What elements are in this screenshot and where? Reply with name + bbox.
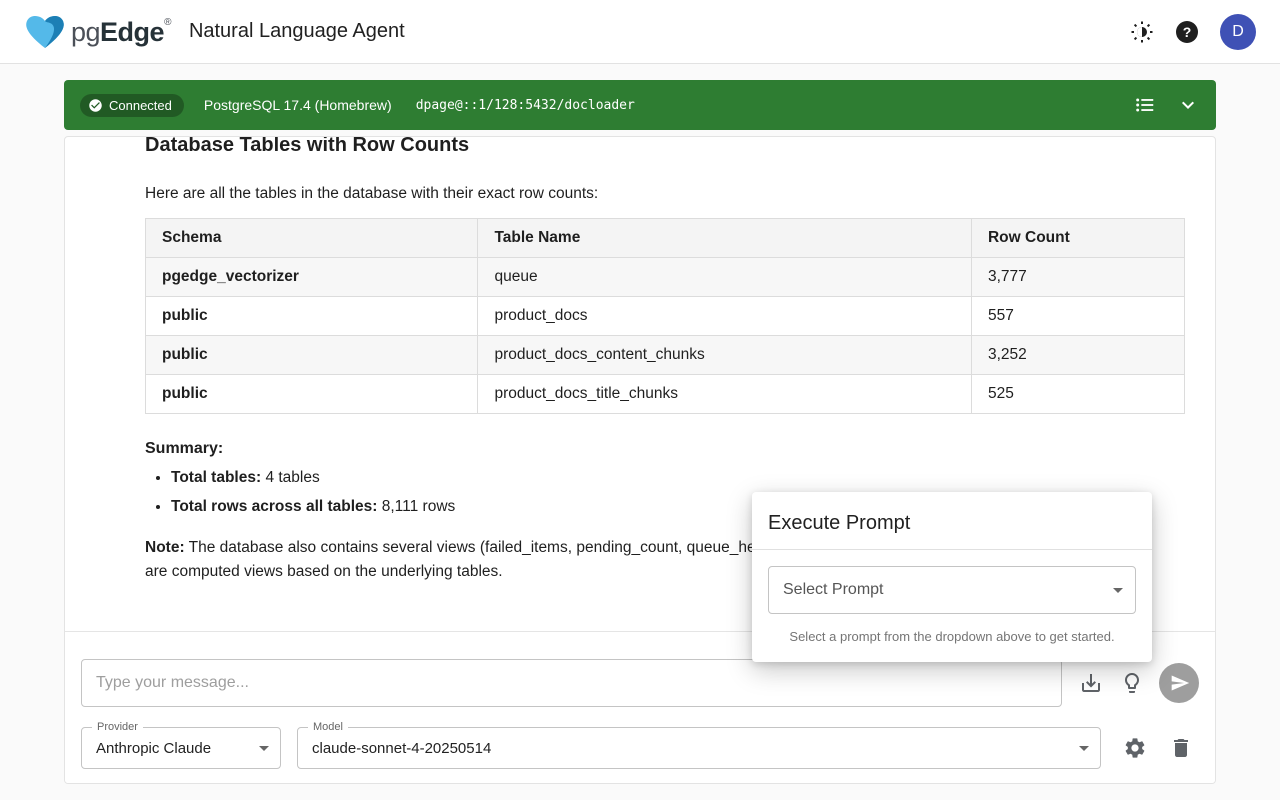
cell-schema: pgedge_vectorizer: [146, 258, 478, 297]
prompt-select[interactable]: Select Prompt: [768, 566, 1136, 614]
cell-row-count: 525: [971, 375, 1184, 414]
lightbulb-icon: [1120, 671, 1144, 695]
column-header-row-count: Row Count: [971, 219, 1184, 258]
execute-prompt-dialog: Execute Prompt Select Prompt Select a pr…: [752, 492, 1152, 662]
message-intro: Here are all the tables in the database …: [145, 185, 1185, 203]
bullet-label: Total rows across all tables:: [171, 498, 377, 515]
pgedge-logo[interactable]: pgEdge®: [24, 14, 171, 50]
row-counts-table: Schema Table Name Row Count pgedge_vecto…: [145, 218, 1185, 414]
server-version-label: PostgreSQL 17.4 (Homebrew): [204, 97, 392, 113]
cell-schema: public: [146, 297, 478, 336]
cell-row-count: 3,777: [971, 258, 1184, 297]
table-row: public product_docs_title_chunks 525: [146, 375, 1185, 414]
table-header-row: Schema Table Name Row Count: [146, 219, 1185, 258]
table-row: public product_docs_content_chunks 3,252: [146, 336, 1185, 375]
send-icon: [1170, 673, 1190, 693]
provider-label: Provider: [92, 721, 143, 733]
connection-list-button[interactable]: [1134, 94, 1156, 116]
connection-collapse-button[interactable]: [1176, 93, 1200, 117]
message-input[interactable]: [81, 659, 1062, 707]
prompt-suggestions-button[interactable]: [1120, 671, 1144, 695]
message-heading: Database Tables with Row Counts: [145, 137, 1185, 159]
user-avatar[interactable]: D: [1220, 14, 1256, 50]
list-item: Total tables: 4 tables: [171, 469, 1185, 487]
table-row: public product_docs 557: [146, 297, 1185, 336]
dialog-divider: [752, 549, 1152, 550]
dropdown-caret-icon: [1113, 588, 1123, 593]
connection-bar: Connected PostgreSQL 17.4 (Homebrew) dpa…: [64, 80, 1216, 130]
note-line2: are computed views based on the underlyi…: [145, 563, 503, 580]
cell-schema: public: [146, 336, 478, 375]
help-button[interactable]: ?: [1176, 21, 1198, 43]
dropdown-caret-icon: [259, 746, 269, 751]
connection-status-label: Connected: [109, 98, 172, 113]
prompt-select-value: Select Prompt: [783, 581, 883, 599]
theme-toggle-icon: [1130, 20, 1154, 44]
bullet-text: 4 tables: [261, 469, 320, 486]
send-button[interactable]: [1159, 663, 1199, 703]
model-label: Model: [308, 721, 348, 733]
connection-string: dpage@::1/128:5432/docloader: [416, 98, 635, 113]
settings-gear-icon: [1123, 736, 1147, 760]
bullet-label: Total tables:: [171, 469, 261, 486]
theme-toggle-button[interactable]: [1130, 20, 1154, 44]
model-select[interactable]: Model claude-sonnet-4-20250514: [297, 727, 1101, 769]
page-title: Natural Language Agent: [189, 20, 405, 43]
provider-select[interactable]: Provider Anthropic Claude: [81, 727, 281, 769]
dialog-title: Execute Prompt: [752, 492, 1152, 549]
model-value: claude-sonnet-4-20250514: [312, 740, 491, 757]
cell-row-count: 3,252: [971, 336, 1184, 375]
cell-schema: public: [146, 375, 478, 414]
help-icon: ?: [1176, 21, 1198, 43]
pgedge-wordmark: pgEdge®: [71, 14, 171, 50]
cell-table-name: product_docs_title_chunks: [478, 375, 972, 414]
app-header: pgEdge® Natural Language Agent ? D: [0, 0, 1280, 64]
list-icon: [1134, 94, 1156, 116]
download-button[interactable]: [1079, 671, 1103, 695]
cell-row-count: 557: [971, 297, 1184, 336]
check-circle-icon: [88, 98, 103, 113]
cell-table-name: queue: [478, 258, 972, 297]
summary-heading: Summary:: [145, 440, 1185, 458]
settings-button[interactable]: [1123, 736, 1147, 760]
table-row: pgedge_vectorizer queue 3,777: [146, 258, 1185, 297]
clear-chat-button[interactable]: [1169, 736, 1193, 760]
dialog-helper-text: Select a prompt from the dropdown above …: [768, 629, 1136, 644]
chevron-down-icon: [1176, 93, 1200, 117]
cell-table-name: product_docs: [478, 297, 972, 336]
connection-status-badge: Connected: [80, 94, 184, 117]
trash-icon: [1169, 736, 1193, 760]
bullet-text: 8,111 rows: [377, 498, 455, 515]
note-label: Note:: [145, 539, 185, 556]
provider-value: Anthropic Claude: [96, 740, 211, 757]
column-header-schema: Schema: [146, 219, 478, 258]
column-header-table-name: Table Name: [478, 219, 972, 258]
dropdown-caret-icon: [1079, 746, 1089, 751]
chat-panel: Database Tables with Row Counts Here are…: [64, 136, 1216, 784]
download-icon: [1079, 671, 1103, 695]
pgedge-logo-icon: [24, 14, 66, 50]
cell-table-name: product_docs_content_chunks: [478, 336, 972, 375]
